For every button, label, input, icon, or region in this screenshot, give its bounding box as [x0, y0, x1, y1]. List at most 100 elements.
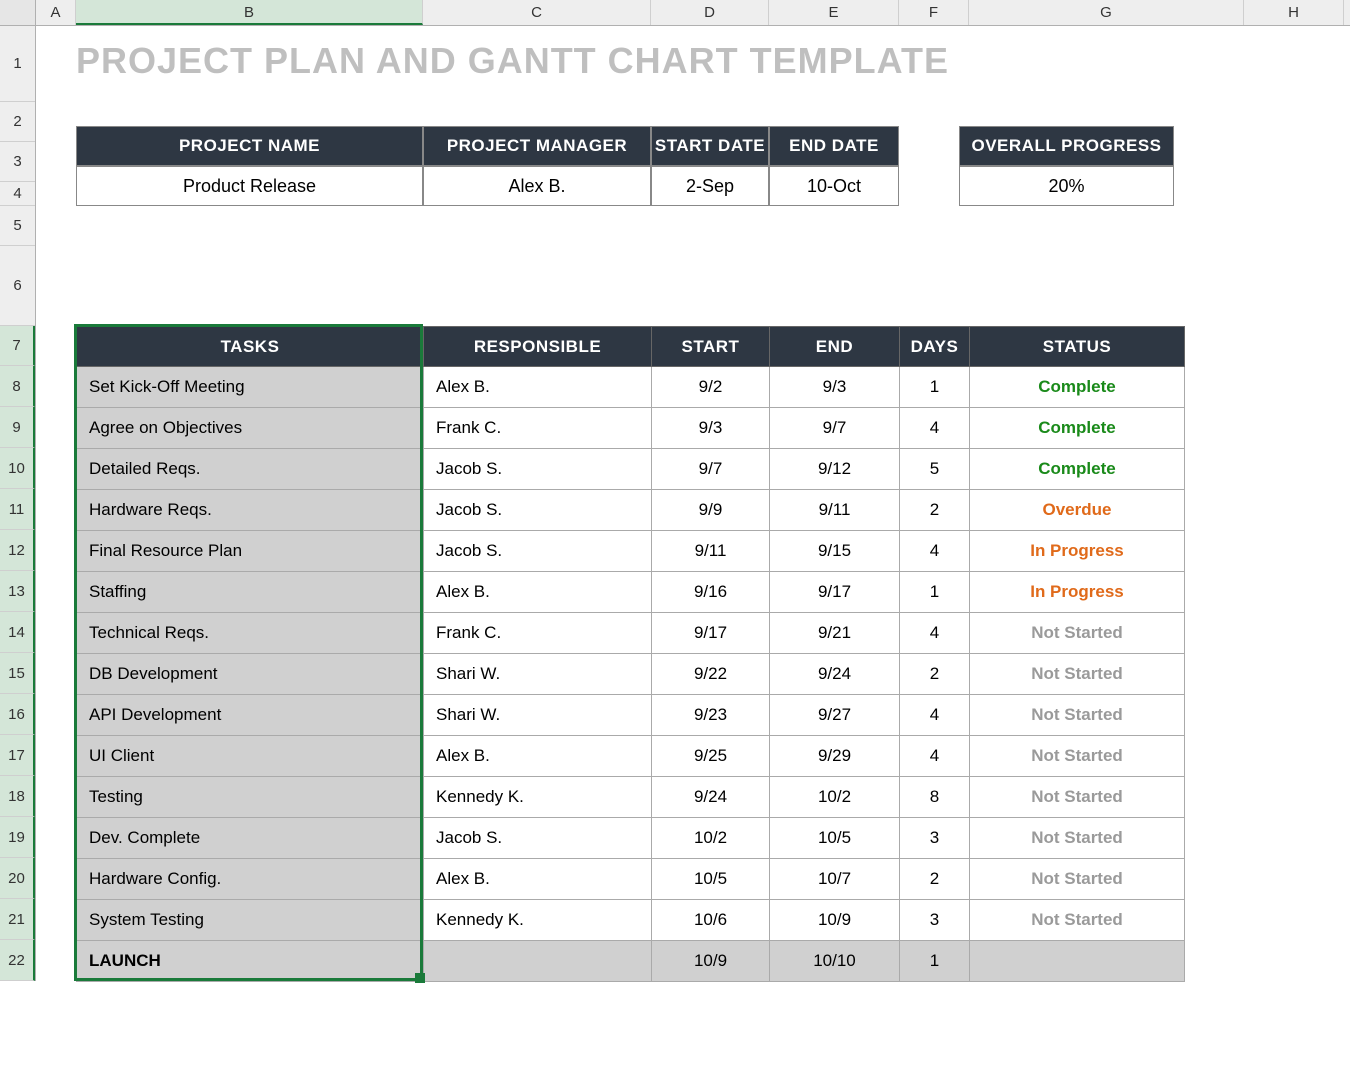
- row-header-10[interactable]: 10: [0, 448, 35, 489]
- cell-task-name[interactable]: UI Client: [77, 736, 424, 777]
- cell-status[interactable]: Not Started: [970, 818, 1185, 859]
- cell-days[interactable]: 2: [900, 859, 970, 900]
- col-header-H[interactable]: H: [1244, 0, 1344, 25]
- cell-status[interactable]: Complete: [970, 449, 1185, 490]
- row-header-11[interactable]: 11: [0, 489, 35, 530]
- cell-responsible[interactable]: Frank C.: [424, 408, 652, 449]
- cell-task-name[interactable]: Agree on Objectives: [77, 408, 424, 449]
- cell-responsible[interactable]: Kennedy K.: [424, 900, 652, 941]
- cell-end[interactable]: 9/7: [770, 408, 900, 449]
- row-header-3[interactable]: 3: [0, 142, 35, 182]
- cell-end[interactable]: 10/9: [770, 900, 900, 941]
- cell-status[interactable]: In Progress: [970, 531, 1185, 572]
- cell-days[interactable]: 1: [900, 367, 970, 408]
- cell-end[interactable]: 9/3: [770, 367, 900, 408]
- cell-start[interactable]: 9/3: [652, 408, 770, 449]
- cell-days[interactable]: 4: [900, 531, 970, 572]
- row-header-4[interactable]: 4: [0, 182, 35, 206]
- cell-days[interactable]: 5: [900, 449, 970, 490]
- cell-responsible[interactable]: Kennedy K.: [424, 777, 652, 818]
- row-header-1[interactable]: 1: [0, 26, 35, 102]
- col-header-D[interactable]: D: [651, 0, 769, 25]
- col-header-C[interactable]: C: [423, 0, 651, 25]
- cell-status[interactable]: Not Started: [970, 654, 1185, 695]
- cell-status[interactable]: Not Started: [970, 859, 1185, 900]
- cell-responsible[interactable]: Frank C.: [424, 613, 652, 654]
- cell-days[interactable]: 4: [900, 408, 970, 449]
- cell-start[interactable]: 9/17: [652, 613, 770, 654]
- cell-responsible[interactable]: Alex B.: [424, 367, 652, 408]
- cell-overall-progress[interactable]: 20%: [959, 166, 1174, 206]
- cell-days[interactable]: 4: [900, 695, 970, 736]
- cell-start[interactable]: 10/2: [652, 818, 770, 859]
- row-header-15[interactable]: 15: [0, 653, 35, 694]
- cell-start[interactable]: 10/6: [652, 900, 770, 941]
- cell-status[interactable]: Not Started: [970, 900, 1185, 941]
- cell-responsible[interactable]: Shari W.: [424, 695, 652, 736]
- cell-responsible[interactable]: Shari W.: [424, 654, 652, 695]
- cell-end[interactable]: 9/17: [770, 572, 900, 613]
- cell-responsible[interactable]: Jacob S.: [424, 449, 652, 490]
- cell-status[interactable]: Not Started: [970, 736, 1185, 777]
- row-header-19[interactable]: 19: [0, 817, 35, 858]
- row-header-5[interactable]: 5: [0, 206, 35, 246]
- cell-status[interactable]: Not Started: [970, 613, 1185, 654]
- select-all-corner[interactable]: [0, 0, 36, 26]
- cell-status[interactable]: Complete: [970, 367, 1185, 408]
- cell-status[interactable]: In Progress: [970, 572, 1185, 613]
- row-header-16[interactable]: 16: [0, 694, 35, 735]
- col-header-G[interactable]: G: [969, 0, 1244, 25]
- cell-start[interactable]: 10/5: [652, 859, 770, 900]
- cell-status[interactable]: Not Started: [970, 695, 1185, 736]
- row-header-9[interactable]: 9: [0, 407, 35, 448]
- cell-end[interactable]: 9/27: [770, 695, 900, 736]
- cell-project-manager[interactable]: Alex B.: [423, 166, 651, 206]
- row-header-21[interactable]: 21: [0, 899, 35, 940]
- cell-start[interactable]: 9/22: [652, 654, 770, 695]
- cell-status[interactable]: Not Started: [970, 777, 1185, 818]
- row-header-8[interactable]: 8: [0, 366, 35, 407]
- cell-days[interactable]: 1: [900, 941, 970, 982]
- cell-days[interactable]: 2: [900, 490, 970, 531]
- cell-task-name[interactable]: Testing: [77, 777, 424, 818]
- cell-task-name[interactable]: Hardware Config.: [77, 859, 424, 900]
- row-header-17[interactable]: 17: [0, 735, 35, 776]
- row-header-20[interactable]: 20: [0, 858, 35, 899]
- cell-task-name[interactable]: API Development: [77, 695, 424, 736]
- row-header-18[interactable]: 18: [0, 776, 35, 817]
- cell-task-name[interactable]: Technical Reqs.: [77, 613, 424, 654]
- cell-start[interactable]: 9/16: [652, 572, 770, 613]
- row-header-22[interactable]: 22: [0, 940, 35, 981]
- row-header-13[interactable]: 13: [0, 571, 35, 612]
- cell-end[interactable]: 9/12: [770, 449, 900, 490]
- cell-start[interactable]: 9/2: [652, 367, 770, 408]
- cell-start[interactable]: 9/7: [652, 449, 770, 490]
- cell-end[interactable]: 10/7: [770, 859, 900, 900]
- cell-end[interactable]: 9/24: [770, 654, 900, 695]
- cell-days[interactable]: 1: [900, 572, 970, 613]
- cell-days[interactable]: 3: [900, 900, 970, 941]
- cell-responsible[interactable]: Alex B.: [424, 572, 652, 613]
- cell-task-name[interactable]: Hardware Reqs.: [77, 490, 424, 531]
- col-header-F[interactable]: F: [899, 0, 969, 25]
- cell-end[interactable]: 10/2: [770, 777, 900, 818]
- col-header-E[interactable]: E: [769, 0, 899, 25]
- cell-status[interactable]: Complete: [970, 408, 1185, 449]
- cell-end[interactable]: 9/15: [770, 531, 900, 572]
- row-header-12[interactable]: 12: [0, 530, 35, 571]
- cell-task-name[interactable]: Dev. Complete: [77, 818, 424, 859]
- cell-end-date[interactable]: 10-Oct: [769, 166, 899, 206]
- cell-days[interactable]: 4: [900, 736, 970, 777]
- col-header-B[interactable]: B: [76, 0, 423, 25]
- cell-responsible[interactable]: [424, 941, 652, 982]
- cell-status[interactable]: [970, 941, 1185, 982]
- cell-days[interactable]: 3: [900, 818, 970, 859]
- cell-project-name[interactable]: Product Release: [76, 166, 423, 206]
- worksheet-area[interactable]: PROJECT PLAN AND GANTT CHART TEMPLATE PR…: [36, 26, 1350, 1082]
- cell-start[interactable]: 9/24: [652, 777, 770, 818]
- cell-responsible[interactable]: Alex B.: [424, 736, 652, 777]
- cell-end[interactable]: 10/5: [770, 818, 900, 859]
- cell-task-name[interactable]: Set Kick-Off Meeting: [77, 367, 424, 408]
- cell-task-name[interactable]: LAUNCH: [77, 941, 424, 982]
- cell-end[interactable]: 10/10: [770, 941, 900, 982]
